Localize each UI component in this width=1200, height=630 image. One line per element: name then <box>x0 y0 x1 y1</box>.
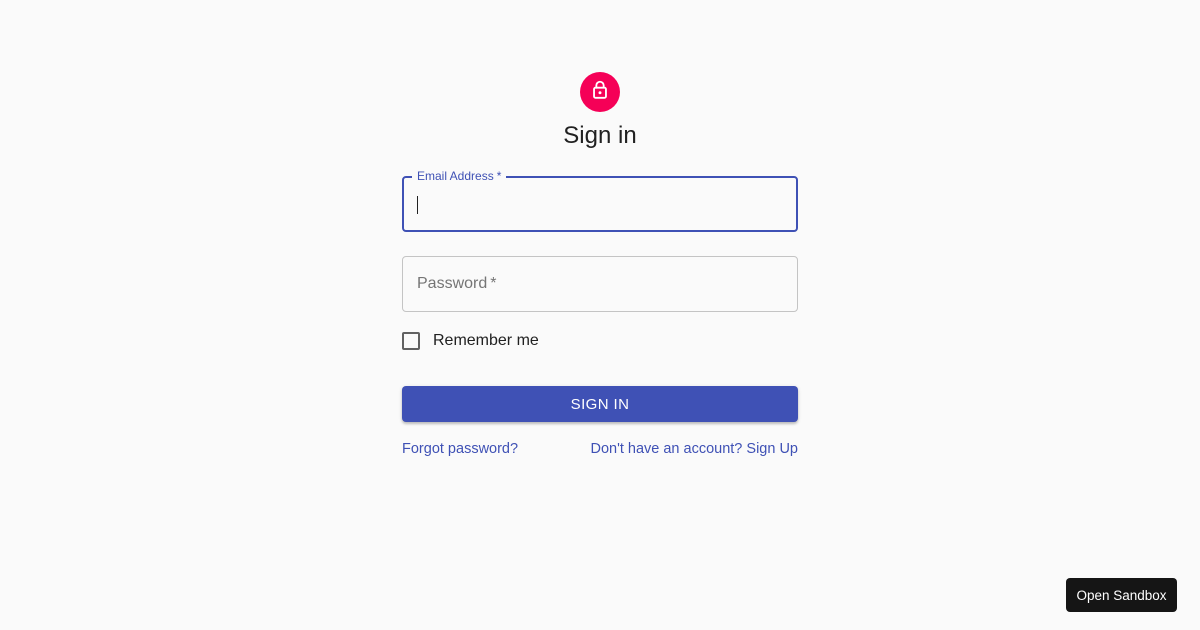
password-label: Password * <box>417 275 497 292</box>
text-caret <box>417 196 418 214</box>
email-required-mark: * <box>496 169 502 183</box>
email-field[interactable]: Email Address * <box>402 169 798 232</box>
remember-me-control[interactable]: Remember me <box>402 330 539 352</box>
remember-me-label: Remember me <box>433 332 539 349</box>
password-required-mark: * <box>490 275 497 292</box>
remember-me-checkbox[interactable] <box>402 332 420 350</box>
open-sandbox-button[interactable]: Open Sandbox <box>1066 578 1177 612</box>
forgot-password-link[interactable]: Forgot password? <box>402 440 518 458</box>
sign-in-page: Sign in Email Address * Password * Remembe… <box>0 0 1200 630</box>
lock-avatar <box>580 72 620 112</box>
sign-up-link[interactable]: Don't have an account? Sign Up <box>590 440 798 458</box>
lock-open-icon <box>589 79 611 106</box>
page-title: Sign in <box>563 122 637 149</box>
password-field[interactable]: Password * <box>402 256 798 312</box>
email-label: Email Address * <box>412 169 507 183</box>
sign-in-button[interactable]: Sign In <box>402 386 798 422</box>
